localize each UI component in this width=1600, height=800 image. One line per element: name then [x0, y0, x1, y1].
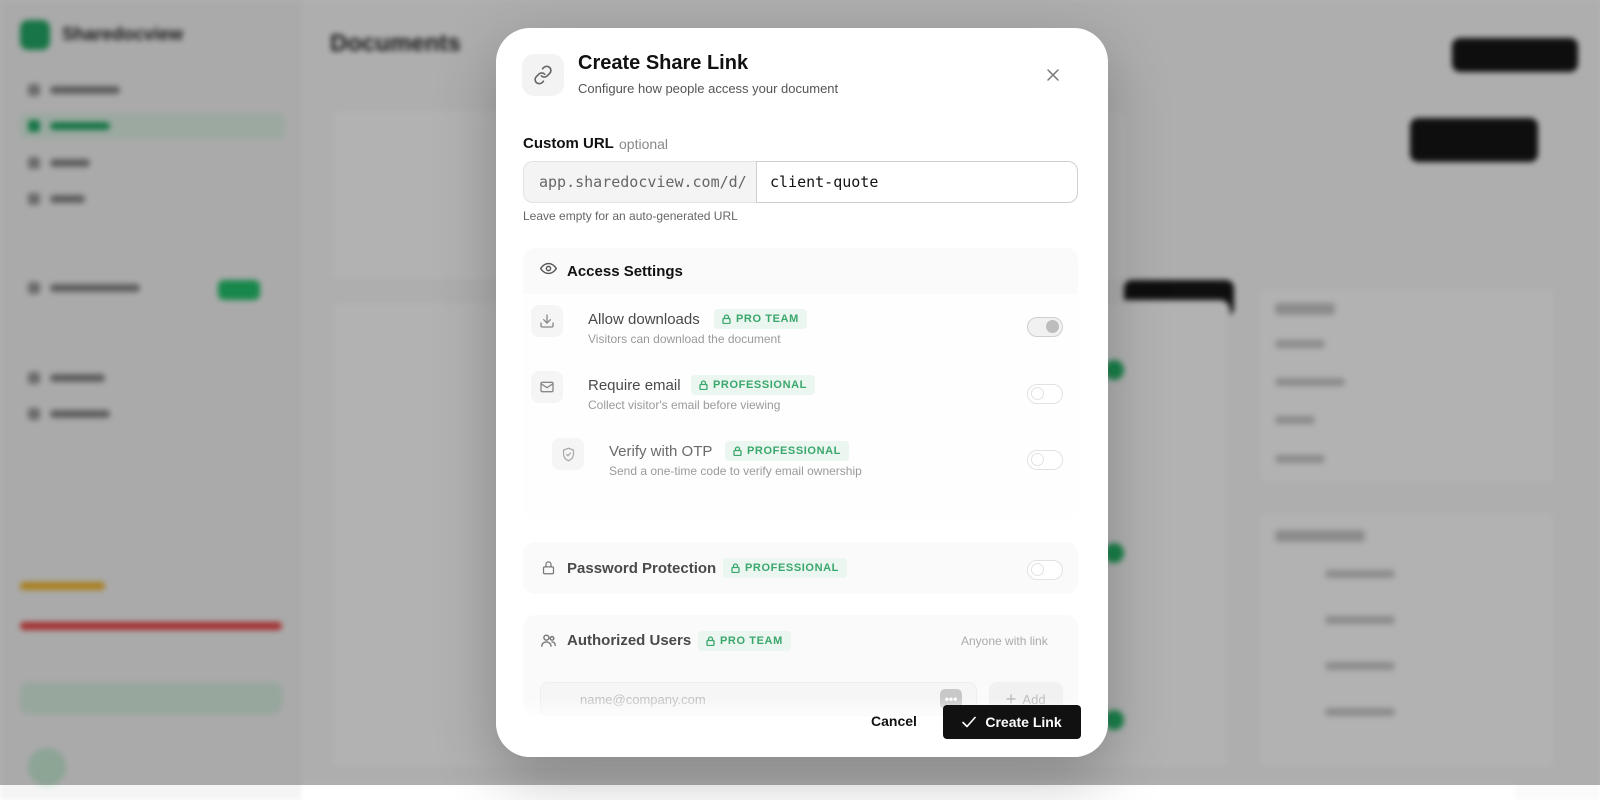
eye-icon	[540, 260, 557, 282]
require-email-title: Require email	[588, 377, 681, 394]
require-email-description: Collect visitor's email before viewing	[588, 398, 781, 412]
share-link-modal: Create Share Link Configure how people a…	[496, 28, 1108, 757]
authorized-users-status: Anyone with link	[961, 634, 1048, 648]
mail-icon	[531, 371, 563, 403]
modal-subtitle: Configure how people access your documen…	[578, 81, 839, 96]
badge-label: PRO TEAM	[720, 635, 783, 647]
close-button[interactable]	[1042, 64, 1064, 86]
link-icon	[522, 54, 564, 96]
url-prefix: app.sharedocview.com/d/	[523, 161, 756, 203]
badge-label: PROFESSIONAL	[713, 379, 807, 391]
authorized-users-title: Authorized Users	[567, 632, 692, 649]
allow-downloads-description: Visitors can download the document	[588, 332, 781, 346]
modal-title: Create Share Link	[578, 52, 749, 74]
pro-team-badge: PRO TEAM	[714, 309, 807, 329]
users-icon	[540, 632, 557, 654]
check-icon	[962, 716, 977, 728]
lock-icon	[722, 314, 731, 324]
custom-url-label: Custom URL	[523, 135, 614, 152]
close-icon	[1047, 69, 1059, 81]
create-link-label: Create Link	[985, 714, 1062, 730]
pro-team-badge: PRO TEAM	[698, 631, 791, 651]
download-icon	[531, 305, 563, 337]
verify-otp-description: Send a one-time code to verify email own…	[609, 464, 862, 478]
cancel-button[interactable]: Cancel	[854, 704, 934, 738]
lock-icon	[541, 559, 556, 581]
allow-downloads-toggle[interactable]	[1027, 317, 1063, 337]
professional-badge: PROFESSIONAL	[723, 558, 847, 578]
verify-otp-title: Verify with OTP	[609, 443, 713, 460]
badge-label: PROFESSIONAL	[745, 562, 839, 574]
password-protection-title: Password Protection	[567, 560, 717, 577]
custom-url-input[interactable]	[756, 161, 1078, 203]
badge-label: PROFESSIONAL	[747, 445, 841, 457]
custom-url-hint: Leave empty for an auto-generated URL	[523, 209, 738, 223]
lock-icon	[699, 380, 708, 390]
badge-label: PRO TEAM	[736, 313, 799, 325]
background-footer	[300, 784, 1515, 800]
access-settings-title: Access Settings	[567, 263, 683, 280]
professional-badge: PROFESSIONAL	[725, 441, 849, 461]
shield-check-icon	[552, 438, 584, 470]
lock-icon	[731, 563, 740, 573]
lock-icon	[733, 446, 742, 456]
verify-otp-toggle[interactable]	[1027, 450, 1063, 470]
require-email-toggle[interactable]	[1027, 384, 1063, 404]
custom-url-optional: optional	[619, 136, 669, 152]
create-link-button[interactable]: Create Link	[943, 705, 1081, 739]
lock-icon	[706, 636, 715, 646]
professional-badge: PROFESSIONAL	[691, 375, 815, 395]
allow-downloads-title: Allow downloads	[588, 311, 700, 328]
password-protection-toggle[interactable]	[1027, 560, 1063, 580]
